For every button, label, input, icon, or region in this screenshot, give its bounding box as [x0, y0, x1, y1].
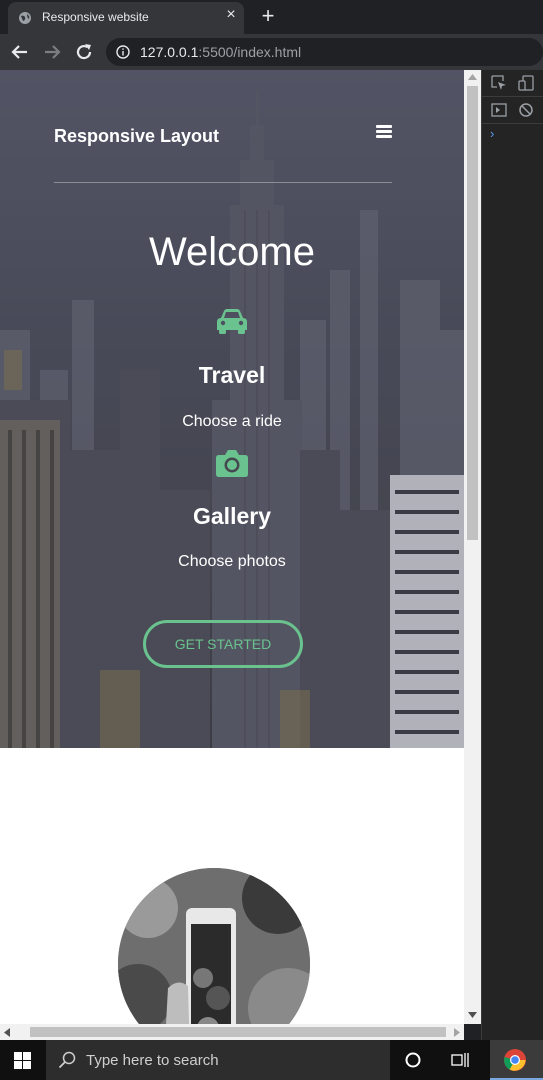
windows-taskbar: Type here to search	[0, 1040, 543, 1080]
taskbar-search-box[interactable]: Type here to search	[46, 1040, 390, 1080]
device-toolbar-icon[interactable]	[518, 75, 534, 91]
devtools-toolbar	[482, 70, 543, 97]
hero-divider	[54, 182, 392, 183]
chrome-icon	[504, 1049, 526, 1071]
hero-section: Responsive Layout Welcome Travel Choose …	[0, 70, 464, 748]
cortana-circle-icon	[405, 1052, 421, 1068]
phone-photo-graphic	[118, 868, 310, 1024]
feature-subtitle-travel: Choose a ride	[182, 413, 282, 430]
scroll-down-arrow-icon[interactable]	[468, 1012, 477, 1018]
feature-gallery	[0, 448, 464, 483]
welcome-heading: Welcome	[149, 230, 315, 274]
tab-close-button[interactable]: ×	[224, 7, 238, 23]
horizontal-scrollbar[interactable]	[0, 1024, 464, 1040]
tab-title: Responsive website	[42, 10, 149, 24]
forward-arrow-icon[interactable]	[40, 40, 64, 64]
get-started-button[interactable]: GET STARTED	[143, 620, 303, 668]
task-view-button[interactable]	[436, 1040, 482, 1080]
sidebar-toggle-icon[interactable]	[491, 102, 507, 118]
devtools-panel: ›	[481, 70, 543, 1040]
scroll-left-arrow-icon[interactable]	[4, 1028, 10, 1037]
url-text[interactable]: 127.0.0.1:5500/index.html	[140, 44, 301, 60]
task-view-icon	[451, 1053, 469, 1067]
windows-logo-icon	[14, 1052, 31, 1069]
page-viewport: Responsive Layout Welcome Travel Choose …	[0, 70, 464, 1024]
start-button[interactable]	[0, 1040, 46, 1080]
url-host: 127.0.0.1	[140, 44, 199, 60]
horizontal-scroll-thumb[interactable]	[30, 1027, 446, 1037]
info-icon[interactable]	[116, 45, 130, 59]
taskbar-search-placeholder: Type here to search	[86, 1052, 219, 1069]
reload-icon[interactable]	[72, 40, 96, 64]
new-tab-button[interactable]: +	[258, 5, 278, 27]
search-icon	[58, 1051, 76, 1069]
tab-strip: Responsive website × +	[0, 0, 543, 34]
feature-subtitle-gallery: Choose photos	[178, 553, 286, 570]
cortana-button[interactable]	[390, 1040, 436, 1080]
scroll-up-arrow-icon[interactable]	[468, 74, 477, 80]
hamburger-menu-icon[interactable]	[376, 125, 392, 139]
address-bar[interactable]: 127.0.0.1:5500/index.html	[106, 38, 543, 66]
clear-console-icon[interactable]	[518, 102, 534, 118]
back-arrow-icon[interactable]	[8, 40, 32, 64]
scroll-right-arrow-icon[interactable]	[454, 1028, 460, 1037]
globe-icon	[19, 12, 31, 24]
browser-toolbar: 127.0.0.1:5500/index.html	[0, 34, 543, 70]
devtools-console-toolbar	[482, 97, 543, 124]
car-icon	[217, 309, 247, 334]
feature-title-gallery: Gallery	[193, 503, 271, 529]
vertical-scroll-thumb[interactable]	[467, 86, 478, 540]
feature-title-travel: Travel	[198, 362, 266, 388]
url-path: :5500/index.html	[198, 44, 302, 60]
console-prompt[interactable]: ›	[490, 126, 494, 141]
chrome-taskbar-button[interactable]	[490, 1040, 543, 1080]
vertical-scrollbar[interactable]	[464, 70, 481, 1024]
camera-icon	[216, 450, 248, 477]
browser-tab[interactable]: Responsive website ×	[8, 2, 244, 34]
feature-travel	[0, 308, 464, 341]
phone-photo-image	[118, 868, 310, 1024]
site-brand[interactable]: Responsive Layout	[54, 126, 219, 147]
inspect-element-icon[interactable]	[491, 75, 507, 91]
